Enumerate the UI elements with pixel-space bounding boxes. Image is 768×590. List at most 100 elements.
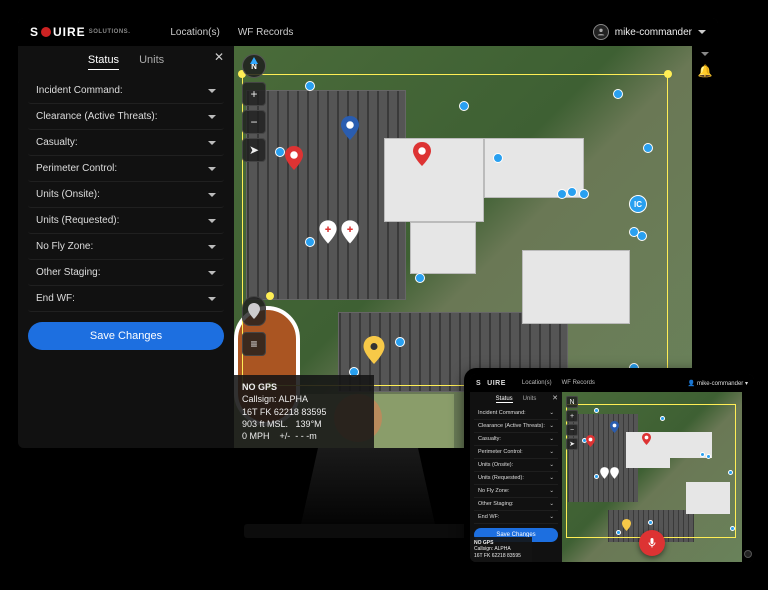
chevron-down-icon xyxy=(208,193,216,197)
gps-title: NO GPS xyxy=(242,382,277,392)
t-close-icon[interactable]: ✕ xyxy=(552,394,558,402)
t-pin-yellow[interactable] xyxy=(622,518,631,530)
zoom-out-button[interactable]: − xyxy=(242,110,266,134)
t-tab-status[interactable]: Status xyxy=(496,396,513,403)
t-nav: Location(s) WF Records xyxy=(522,380,595,386)
t-acc-8[interactable]: End WF:⌄ xyxy=(474,511,558,524)
unit-marker[interactable] xyxy=(493,153,503,163)
bell-icon[interactable]: 🔔 xyxy=(698,64,713,78)
t-acc-5[interactable]: Units (Requested):⌄ xyxy=(474,472,558,485)
t-topbar: SUIRE Location(s) WF Records 👤 mike-comm… xyxy=(470,374,754,392)
monitor-base xyxy=(244,524,492,538)
chevron-down-icon xyxy=(208,219,216,223)
acc-incident-command[interactable]: Incident Command: xyxy=(28,78,224,104)
drop-pin-button[interactable] xyxy=(242,296,266,326)
t-acc-6[interactable]: No Fly Zone:⌄ xyxy=(474,485,558,498)
nav-wf-records[interactable]: WF Records xyxy=(238,27,294,38)
map-pin-yellow[interactable] xyxy=(363,336,385,364)
unit-marker[interactable] xyxy=(557,189,567,199)
t-pin-white[interactable] xyxy=(600,466,609,478)
tablet-device: SUIRE Location(s) WF Records 👤 mike-comm… xyxy=(464,368,760,568)
unit-marker[interactable] xyxy=(305,237,315,247)
chevron-down-icon xyxy=(208,271,216,275)
svg-text:✚: ✚ xyxy=(325,225,332,234)
t-pin-red[interactable] xyxy=(586,434,595,446)
ic-marker[interactable]: IC xyxy=(629,195,647,213)
tab-status[interactable]: Status xyxy=(88,54,119,70)
acc-end-wf[interactable]: End WF: xyxy=(28,286,224,312)
map-pin-white[interactable]: ✚ xyxy=(319,220,337,244)
unit-marker[interactable] xyxy=(415,273,425,283)
map-pin-red[interactable] xyxy=(413,142,431,166)
t-acc-2[interactable]: Casualty:⌄ xyxy=(474,433,558,446)
map-pin-red[interactable] xyxy=(285,146,303,170)
map-controls-lower: ≡ xyxy=(242,296,266,356)
t-pin-red[interactable] xyxy=(642,432,651,444)
t-pin-blue[interactable] xyxy=(610,420,619,432)
chevron-down-icon xyxy=(208,141,216,145)
save-button[interactable]: Save Changes xyxy=(28,322,224,350)
chevron-down-icon xyxy=(208,297,216,301)
t-zoom-out[interactable]: − xyxy=(566,424,578,436)
chevron-down-icon xyxy=(208,115,216,119)
unit-marker[interactable] xyxy=(275,147,285,157)
unit-marker[interactable] xyxy=(305,81,315,91)
caret-down-icon xyxy=(698,30,706,34)
map-pin-blue[interactable] xyxy=(341,116,359,140)
unit-marker[interactable] xyxy=(567,187,577,197)
acc-units-requested[interactable]: Units (Requested): xyxy=(28,208,224,234)
t-nav-wf[interactable]: WF Records xyxy=(562,380,595,386)
unit-marker[interactable] xyxy=(395,337,405,347)
locate-button[interactable]: ➤ xyxy=(242,138,266,162)
unit-marker[interactable] xyxy=(459,101,469,111)
t-compass[interactable]: N xyxy=(566,396,578,408)
t-pin-white[interactable] xyxy=(610,466,619,478)
t-locate[interactable]: ➤ xyxy=(566,438,578,450)
t-zoom-in[interactable]: + xyxy=(566,410,578,422)
close-icon[interactable]: ✕ xyxy=(214,50,224,64)
gps-panel: NO GPS Callsign: ALPHA 16T FK 62218 8359… xyxy=(234,375,374,448)
t-user[interactable]: 👤 mike-commander ▾ xyxy=(688,380,748,387)
sidebar-tabs: Status Units xyxy=(28,52,224,78)
t-home-icon[interactable] xyxy=(744,550,752,558)
t-acc-3[interactable]: Perimeter Control:⌄ xyxy=(474,446,558,459)
t-acc-4[interactable]: Units (Onsite):⌄ xyxy=(474,459,558,472)
t-acc-1[interactable]: Clearance (Active Threats):⌄ xyxy=(474,420,558,433)
unit-marker[interactable] xyxy=(613,89,623,99)
map-pin-white[interactable]: ✚ xyxy=(341,220,359,244)
t-tab-units[interactable]: Units xyxy=(523,396,537,403)
unit-marker[interactable] xyxy=(643,143,653,153)
t-nav-locations[interactable]: Location(s) xyxy=(522,380,552,386)
top-bar: SUIRE SOLUTIONS. Location(s) WF Records … xyxy=(18,18,718,46)
acc-casualty[interactable]: Casualty: xyxy=(28,130,224,156)
chevron-down-icon xyxy=(208,167,216,171)
map-controls-upper: N + − ➤ xyxy=(242,54,266,162)
top-nav: Location(s) WF Records xyxy=(170,27,293,38)
layers-button[interactable]: ≡ xyxy=(242,332,266,356)
acc-units-onsite[interactable]: Units (Onsite): xyxy=(28,182,224,208)
t-logo: SUIRE xyxy=(476,380,506,387)
acc-other-staging[interactable]: Other Staging: xyxy=(28,260,224,286)
t-acc-7[interactable]: Other Staging:⌄ xyxy=(474,498,558,511)
zoom-in-button[interactable]: + xyxy=(242,82,266,106)
chevron-down-icon xyxy=(208,245,216,249)
sidebar: ✕ Status Units Incident Command: Clearan… xyxy=(18,46,234,448)
t-map[interactable]: N + − ➤ xyxy=(562,392,742,562)
acc-nofly[interactable]: No Fly Zone: xyxy=(28,234,224,260)
tab-units[interactable]: Units xyxy=(139,54,164,70)
avatar-icon xyxy=(593,24,609,40)
collapse-icon[interactable] xyxy=(701,52,709,56)
acc-perimeter[interactable]: Perimeter Control: xyxy=(28,156,224,182)
acc-clearance[interactable]: Clearance (Active Threats): xyxy=(28,104,224,130)
user-menu[interactable]: mike-commander xyxy=(593,24,706,40)
mic-button[interactable] xyxy=(639,530,665,556)
svg-text:✚: ✚ xyxy=(347,225,354,234)
nav-locations[interactable]: Location(s) xyxy=(170,27,219,38)
unit-marker[interactable] xyxy=(637,231,647,241)
unit-marker[interactable] xyxy=(579,189,589,199)
compass-icon[interactable]: N xyxy=(242,54,266,78)
user-name: mike-commander xyxy=(615,27,692,38)
logo-dot-icon xyxy=(41,27,51,37)
t-acc-0[interactable]: Incident Command:⌄ xyxy=(474,407,558,420)
brand-sub: SOLUTIONS. xyxy=(89,29,131,35)
